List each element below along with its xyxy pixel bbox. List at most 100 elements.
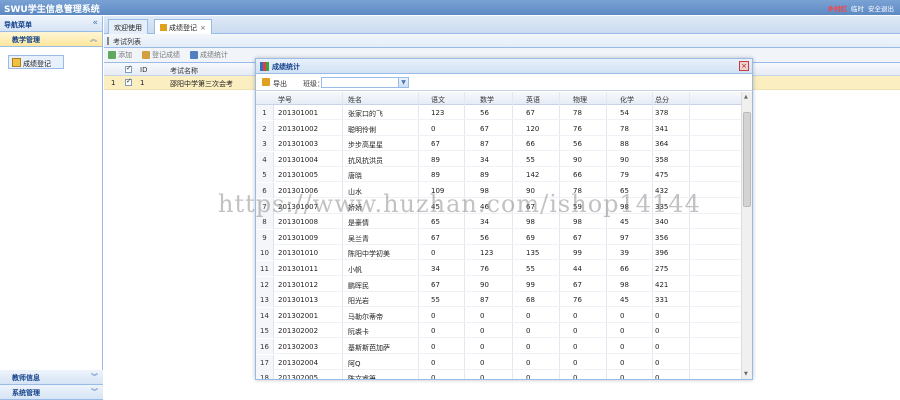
- cell-id: 1: [140, 79, 145, 87]
- chevron-down-icon[interactable]: ▼: [398, 78, 408, 87]
- table-row[interactable]: 8 201301008 是豪情 65 34 98 98 45 340: [256, 214, 742, 230]
- cell-name: 基斯斯芭加萨: [348, 344, 390, 352]
- cell-physics: 0: [573, 343, 578, 351]
- table-row[interactable]: 13 201301013 阳光岩 55 87 68 76 45 331: [256, 292, 742, 308]
- row-checkbox[interactable]: [125, 77, 132, 86]
- app-title: SWU学生信息管理系统: [4, 5, 100, 15]
- close-icon[interactable]: ×: [739, 61, 749, 71]
- cell-physics: 78: [573, 109, 582, 117]
- cell-name: 是豪情: [348, 219, 369, 228]
- row-number: 1: [256, 105, 274, 120]
- cell-english: 67: [526, 109, 535, 117]
- edit-icon: [142, 51, 150, 59]
- row-number: 14: [256, 307, 274, 323]
- table-row[interactable]: 11 201301011 小帆 34 76 55 44 66 275: [256, 261, 742, 276]
- cell-chemistry: 0: [620, 358, 625, 367]
- table-row[interactable]: 7 201301007 娇娇 45 46 67 59 98 335: [256, 198, 742, 214]
- class-select[interactable]: ▼: [321, 77, 409, 88]
- cell-chinese: 34: [431, 265, 440, 273]
- cell-chinese: 109: [431, 187, 445, 195]
- chevron-down-icon[interactable]: ︾: [91, 372, 98, 382]
- cell-chemistry: 54: [620, 109, 629, 117]
- table-row[interactable]: 3 201301003 步步高星星 67 87 66 56 88 364: [256, 136, 742, 152]
- cell-total: 0: [655, 327, 660, 336]
- cell-math: 56: [480, 109, 489, 117]
- row-number: 18: [256, 370, 274, 379]
- panel-system[interactable]: 系统管理 ︾: [0, 385, 103, 400]
- current-user: 乡村红: [827, 5, 848, 13]
- add-label: 添加: [118, 51, 132, 59]
- cell-name: 唐晓: [348, 172, 362, 181]
- cell-student-id: 201301001: [278, 109, 319, 117]
- select-all-checkbox[interactable]: [125, 64, 132, 73]
- table-row[interactable]: 5 201301005 唐晓 89 89 142 66 79 475: [256, 167, 742, 183]
- collapse-left-icon[interactable]: «: [92, 18, 98, 28]
- row-number: 15: [256, 323, 274, 339]
- row-number: 2: [256, 120, 274, 136]
- table-row[interactable]: 2 201301002 聪明伶俐 0 67 120 76 78 341: [256, 120, 742, 136]
- cell-physics: 76: [573, 296, 582, 305]
- exam-list-header: 考试列表: [104, 34, 900, 48]
- col-math: 数学: [480, 96, 494, 104]
- row-number: 6: [256, 183, 274, 198]
- grade-stats-button[interactable]: 成绩统计: [190, 50, 228, 60]
- cell-english: 55: [526, 265, 535, 273]
- table-row[interactable]: 14 201302001 马勒尔蒂帝 0 0 0 0 0 0: [256, 307, 742, 323]
- register-grades-button[interactable]: 登记成绩: [142, 50, 180, 60]
- row-number: 16: [256, 339, 274, 354]
- export-button[interactable]: 导出: [273, 79, 287, 89]
- cell-student-id: 201301011: [278, 265, 319, 273]
- panel-teacher-info[interactable]: 教师信息 ︾: [0, 370, 103, 385]
- col-chemistry: 化学: [620, 96, 634, 104]
- cell-total: 0: [655, 311, 660, 320]
- sidebar-header: 导航菜单 «: [0, 16, 102, 32]
- logout-link[interactable]: 安全退出: [868, 3, 894, 13]
- cell-name: 阳光岩: [348, 297, 369, 306]
- cell-name: 抗风抗洪员: [348, 156, 383, 165]
- table-row[interactable]: 18 201302005 陈文睿箫 0 0 0 0 0 0: [256, 370, 742, 379]
- dialog-titlebar[interactable]: 成绩统计 ×: [256, 59, 752, 74]
- cell-chinese: 0: [431, 249, 436, 258]
- cell-total: 475: [655, 171, 669, 180]
- drag-handle-icon[interactable]: [107, 37, 109, 45]
- table-row[interactable]: 1 201301001 张家口的飞 123 56 67 78 54 378: [256, 105, 742, 120]
- cell-student-id: 201301009: [278, 233, 319, 242]
- add-button[interactable]: 添加: [108, 50, 132, 60]
- tab-welcome[interactable]: 欢迎使用: [108, 19, 148, 34]
- cell-physics: 67: [573, 280, 582, 289]
- cell-student-id: 201301013: [278, 296, 319, 305]
- cell-math: 0: [480, 311, 485, 320]
- table-row[interactable]: 17 201302004 阿Q 0 0 0 0 0 0: [256, 354, 742, 370]
- cell-english: 99: [526, 280, 535, 289]
- cell-english: 90: [526, 187, 535, 195]
- table-row[interactable]: 4 201301004 抗风抗洪员 89 34 55 90 90 358: [256, 151, 742, 167]
- table-row[interactable]: 6 201301006 山水 109 98 90 78 65 432: [256, 183, 742, 198]
- cell-name: 吴兰青: [348, 234, 369, 243]
- cell-total: 0: [655, 374, 660, 379]
- cell-name: 陈阳中学初美: [348, 250, 390, 259]
- cell-english: 55: [526, 155, 535, 164]
- tab-grade-register[interactable]: 成绩登记 ×: [154, 19, 212, 34]
- scrollbar-thumb[interactable]: [743, 112, 751, 207]
- cell-exam-name: 邵阳中学第三次会考: [170, 80, 233, 88]
- vertical-scrollbar[interactable]: ▲ ▼: [741, 92, 752, 379]
- cell-student-id: 201302004: [278, 358, 319, 367]
- table-row[interactable]: 10 201301010 陈阳中学初美 0 123 135 99 39 396: [256, 245, 742, 261]
- cell-chinese: 45: [431, 202, 440, 211]
- table-row[interactable]: 12 201301012 鹏晖民 67 90 99 67 98 421: [256, 276, 742, 292]
- cell-physics: 44: [573, 265, 582, 273]
- sidebar-item-grade-register[interactable]: 成绩登记: [8, 55, 64, 69]
- table-row[interactable]: 9 201301009 吴兰青 67 56 69 67 97 356: [256, 229, 742, 245]
- scroll-up-icon[interactable]: ▲: [744, 94, 748, 100]
- cell-math: 0: [480, 358, 485, 367]
- chevron-down-icon[interactable]: ︾: [91, 387, 98, 397]
- scroll-down-icon[interactable]: ▼: [744, 371, 748, 377]
- cell-english: 98: [526, 218, 535, 227]
- cell-english: 0: [526, 374, 531, 379]
- close-tab-icon[interactable]: ×: [200, 24, 206, 32]
- panel-teaching[interactable]: 教学管理 ︽: [0, 32, 102, 47]
- chevron-up-icon[interactable]: ︽: [90, 34, 97, 44]
- table-row[interactable]: 15 201302002 阮裘卡 0 0 0 0 0 0: [256, 323, 742, 339]
- table-row[interactable]: 16 201302003 基斯斯芭加萨 0 0 0 0 0 0: [256, 339, 742, 354]
- export-icon[interactable]: [262, 78, 270, 86]
